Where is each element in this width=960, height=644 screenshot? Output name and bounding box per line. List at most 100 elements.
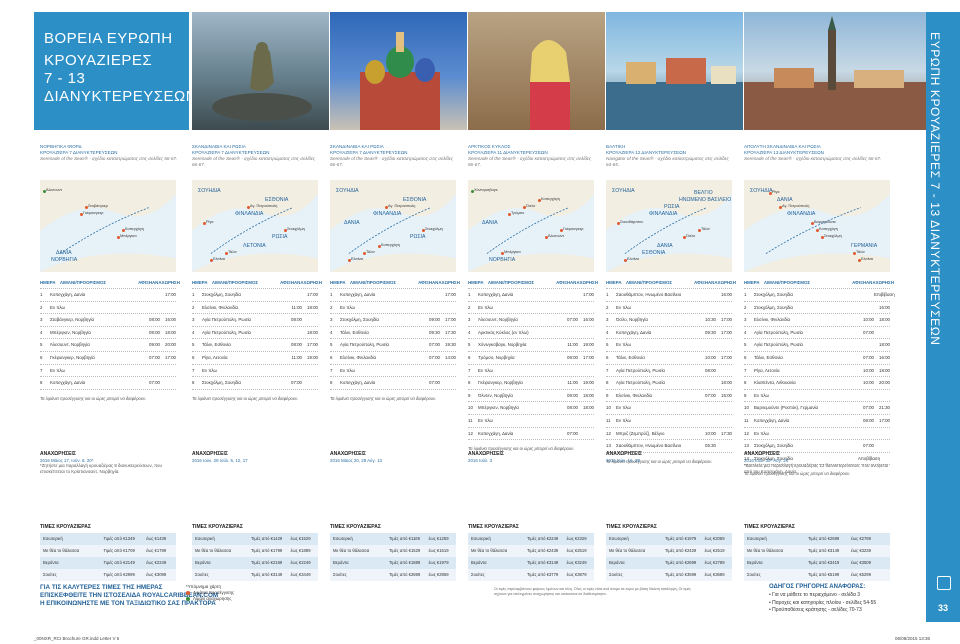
- itinerary-cell: [858, 289, 874, 301]
- itinerary-cell: 09:00: [429, 317, 440, 323]
- price-cell: έως €2789: [704, 560, 725, 565]
- itinerary-cell: Εν πλω: [50, 367, 65, 373]
- price-cell: έως €3099: [146, 572, 167, 577]
- itinerary-table: ΗΜΕΡΑ ΛΙΜΑΝΙ/ΠΡΟΟΡΙΣΜΟΣ ΑΦΙΞΗ ΑΝΑΧΩΡΗΣΗ 1 Σαο…: [606, 278, 736, 465]
- itinerary-cell: [700, 402, 716, 414]
- itinerary-cell: [700, 415, 716, 427]
- port-dot: [284, 229, 287, 232]
- itinerary-cell: 10: [606, 405, 611, 411]
- port-dot: [117, 236, 120, 239]
- price-cell: έως €1979: [428, 560, 449, 565]
- map-label: ΣΟΥΗΔΙΑ: [198, 188, 221, 194]
- itinerary-cell: 08:00: [149, 317, 160, 323]
- price-cell: Βεράντα: [747, 560, 763, 565]
- price-cell: έως €2519: [704, 548, 725, 553]
- photo-oldtown: [744, 12, 926, 130]
- itinerary-header-cell: ΑΦΙΞΗ: [138, 280, 152, 285]
- print-slug: _00NXR_RCI Brochure GR.indd Letter V 5 0…: [0, 634, 960, 644]
- itinerary-cell: 18:00: [583, 405, 594, 411]
- itinerary-cell: 17:00: [721, 329, 732, 335]
- itinerary-cell: 1: [744, 292, 747, 297]
- price-cell: Σουίτες: [195, 572, 209, 577]
- itinerary-header-cell: ΗΜΕΡΑ: [330, 280, 346, 285]
- port-dot: [821, 236, 824, 239]
- itinerary-row: 4 Αγία Πετρούπολη, Ρωσία 18:00: [192, 327, 318, 340]
- map-label: Γκέιρανγκερ: [563, 227, 584, 231]
- itinerary-cell: 07:00: [863, 405, 874, 411]
- price-table: ΤΙΜΕΣ ΚΡΟΥΑΖΙΕΡΑΣ Εσωτερική Τιμές από €142…: [192, 524, 318, 581]
- map-label: ΦΙΝΛΑΝΔΙΑ: [649, 211, 678, 217]
- departures-block: ΑΝΑΧΩΡΗΣΕΙΣ 2016 Μάιος 20, 29 Αύγ. 13: [330, 451, 456, 463]
- itinerary-note: Τα λιμάνια προσέγγισης και οι ώρες μπορε…: [330, 395, 437, 401]
- legend-label-departure: Λιμάνι αναχώρησης: [193, 596, 232, 601]
- itinerary-cell: 6: [40, 354, 43, 360]
- itinerary-cell: 15:00: [721, 392, 732, 398]
- map-label: ΕΣΘΟΝΙΑ: [265, 197, 289, 203]
- sidebar-title: ΕΥΡΩΠΗ ΚΡΟΥΑΖΙΕΡΕΣ 7 - 13 ΔΙΑΝΥΚΤΕΡΕΥΣΕΩ…: [928, 32, 942, 346]
- price-cell: Τιμές από €3149: [808, 548, 840, 553]
- itinerary-cell: Επιβίβαση: [874, 292, 895, 297]
- itinerary-cell: [578, 415, 594, 427]
- itinerary-cell: [578, 302, 594, 314]
- itinerary-header-cell: ΛΙΜΑΝΙ/ΠΡΟΟΡΙΣΜΟΣ: [488, 280, 535, 285]
- price-cell: Τιμές από €1349: [103, 536, 135, 541]
- itinerary-row: 3 Στοκχόλμη, Σουηδία 09:00 17:00: [330, 314, 456, 327]
- price-cell: Τιμές από €2699: [808, 536, 840, 541]
- itinerary-cell: Μπέργκεν, Νορβηγία: [50, 329, 91, 335]
- itinerary-row: 5 Χόνινγκσβαγκ, Νορβηγία 11:00 19:00: [468, 339, 594, 352]
- price-cell: Τιμές από €2429: [665, 548, 697, 553]
- itinerary-row: 7 Εν πλω: [192, 365, 318, 378]
- route-map: ΣΟΥΗΔΙΑ ΦΙΝΛΑΝΔΙΑ ΡΩΣΙΑ Ελσίνκι Αγ. Πετρούπο…: [192, 180, 318, 272]
- itinerary-cell: 1: [606, 292, 609, 297]
- price-row: Βεράντα Τιμές από €2149 έως €2249: [40, 557, 176, 569]
- itinerary-cell: 17:00: [721, 317, 732, 323]
- price-cell: Με θέα το θάλασσα: [195, 548, 232, 553]
- map-label: Αγ. Πετρούπολη: [388, 204, 416, 208]
- itinerary-cell: 18:00: [879, 342, 890, 348]
- itinerary-cell: Ρίγα, Λετονία: [754, 367, 780, 373]
- map-label: Τάλιν: [228, 250, 237, 254]
- itinerary-cell: Εν πλω: [202, 367, 217, 373]
- itinerary-cell: Αγία Πετρούπολη, Ρωσία: [340, 342, 389, 348]
- price-table-title: ΤΙΜΕΣ ΚΡΟΥΑΖΙΕΡΑΣ: [744, 524, 795, 530]
- map-label: ΣΟΥΗΔΙΑ: [612, 188, 635, 194]
- itinerary-cell: Τάλιν, Εσθονία: [754, 354, 783, 360]
- itinerary-header-cell: ΑΝΑΧΩΡΗΣΗ: [152, 280, 180, 285]
- map-label: Στοκχόλμη: [824, 234, 842, 238]
- itinerary-row: 8 Κοπεγχάγη, Δανία 07:00: [40, 377, 176, 390]
- cruise-caption: ΑΠΟΛΥΤΗ ΣΚΑΝΔΙΝΑΒΙΑ ΚΑΙ ΡΩΣΙΑ ΚΡΟΥΑΖΙΕΡΑ …: [744, 144, 894, 162]
- price-cell: έως €2249: [146, 560, 167, 565]
- itinerary-cell: Κοπεγχάγη, Δανία: [50, 380, 86, 386]
- price-cell: Τιμές από €1429: [251, 536, 283, 541]
- map-label: Χόνινγκσβαγκ: [474, 188, 498, 192]
- cruise-ship: Serenade of the Seas® - σχέδιο καταστρώμ…: [192, 156, 316, 167]
- map-label: ΗΝΩΜΕΝΟ ΒΑΣΙΛΕΙΟ: [679, 197, 732, 203]
- cruise-caption: ΒΑΛΤΙΚΗ ΚΡΟΥΑΖΙΕΡΑ 12 ΔΙΑΝΥΚΤΕΡΕΥΣΕΩΝ Navi…: [606, 144, 736, 168]
- itinerary-cell: 7: [744, 367, 747, 373]
- itinerary-cell: [562, 327, 578, 339]
- itinerary-cell: 4: [468, 329, 471, 335]
- itinerary-cell: 16:00: [165, 317, 176, 323]
- price-cell: Τιμές από €1889: [389, 560, 421, 565]
- map-label: ΦΙΝΛΑΝΔΙΑ: [373, 211, 402, 217]
- itinerary-cell: 17:00: [583, 354, 594, 360]
- itinerary-row: 7 Αγία Πετρούπολη, Ρωσία 08:00: [606, 365, 732, 378]
- itinerary-cell: Αγία Πετρούπολη, Ρωσία: [202, 317, 251, 323]
- price-table: ΤΙΜΕΣ ΚΡΟΥΑΖΙΕΡΑΣ Εσωτερική Τιμές από €269…: [744, 524, 890, 581]
- itinerary-row: 7 Εν πλω: [40, 365, 176, 378]
- itinerary-cell: 07:00: [429, 380, 440, 386]
- quick-reference-item: • Προϋποθέσεις κράτησης - σελίδες 70-73: [769, 607, 862, 614]
- photo-harbour: [606, 12, 743, 130]
- itinerary-cell: 19:00: [583, 380, 594, 386]
- route-map: ΣΟΥΗΔΙΑ ΦΙΝΛΑΝΔΙΑ Όσλο Ελσίνκι ΡΩΣΙΑ Τάλιν ΕΣΘ…: [606, 180, 732, 272]
- itinerary-cell: [144, 289, 160, 301]
- map-label: ΔΑΝΙΑ: [344, 220, 360, 226]
- price-cell: έως €2249: [290, 560, 311, 565]
- itinerary-row: 2 Εν πλω: [468, 302, 594, 315]
- price-cell: έως €2069: [704, 536, 725, 541]
- itinerary-cell: 3: [744, 317, 747, 323]
- itinerary-cell: [578, 365, 594, 377]
- itinerary-cell: Εν πλω: [478, 417, 493, 423]
- itinerary-cell: 19:30: [445, 342, 456, 348]
- legend-dot-ports: [186, 591, 190, 595]
